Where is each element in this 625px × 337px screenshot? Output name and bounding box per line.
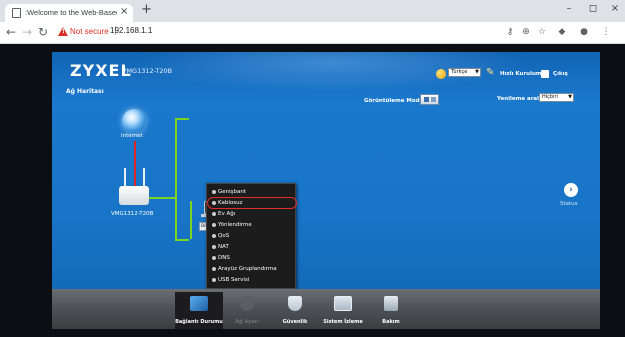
- page-title: Ağ Haritası: [66, 88, 104, 95]
- back-button[interactable]: ←: [4, 24, 18, 40]
- bullet-icon: [212, 278, 216, 282]
- antenna-icon: [143, 168, 145, 188]
- menu-item-label: QoS: [218, 233, 230, 239]
- menu-item-label: DNS: [218, 255, 230, 261]
- status-arrow-button[interactable]: ›: [564, 183, 578, 197]
- view-mode-label: Görüntüleme Modu: [364, 98, 424, 104]
- menu-item-dns[interactable]: DNS: [209, 253, 295, 263]
- lan-branch-line: [175, 239, 189, 241]
- quick-setup-link[interactable]: Hızlı Kurulum: [500, 70, 542, 78]
- zoom-icon[interactable]: ⊕: [520, 26, 532, 38]
- nav-connection-status[interactable]: Bağlantı Durumu: [175, 292, 223, 329]
- tab-close-icon[interactable]: ×: [120, 6, 128, 18]
- browser-tab[interactable]: :Welcome to the Web-Based Co ×: [5, 4, 133, 22]
- account-icon[interactable]: ●: [578, 26, 590, 38]
- bullet-icon: [212, 223, 216, 227]
- screen: :Welcome to the Web-Based Co × + – ◻ × ←…: [0, 0, 625, 337]
- star-icon[interactable]: ☆: [536, 26, 548, 38]
- network-settings-menu: Genişbant Kablosuz Ev Ağı Yönlendirme Qo…: [206, 183, 297, 289]
- forward-button[interactable]: →: [20, 24, 34, 40]
- lan-branch-line: [190, 201, 192, 239]
- antenna-icon: [124, 168, 126, 188]
- nav-label: Ağ Ayarı: [235, 319, 259, 325]
- bullet-icon: [212, 234, 216, 238]
- gear-icon: [240, 296, 254, 311]
- logout-link[interactable]: Çıkış: [553, 70, 568, 78]
- maintenance-icon: [384, 296, 398, 311]
- menu-item-routing[interactable]: Yönlendirme: [209, 220, 295, 230]
- monitor-chart-icon: [334, 296, 352, 311]
- nav-maintenance[interactable]: Bakım: [367, 292, 415, 329]
- wan-link-line: [134, 141, 136, 187]
- nav-system-monitor[interactable]: Sistem İzleme: [319, 292, 367, 329]
- shield-icon: [288, 296, 302, 311]
- key-icon[interactable]: ⚷: [504, 26, 516, 38]
- refresh-interval-select[interactable]: Hiçbiri: [539, 93, 574, 102]
- nav-label: Güvenlik: [282, 319, 308, 325]
- bullet-icon: [212, 267, 216, 271]
- menu-item-qos[interactable]: QoS: [209, 231, 295, 241]
- minimize-button[interactable]: –: [559, 2, 579, 16]
- menu-item-label: Yönlendirme: [218, 222, 252, 228]
- new-tab-button[interactable]: +: [141, 3, 152, 17]
- connection-status-icon: [190, 296, 208, 311]
- menu-item-interface-grouping[interactable]: Arayüz Gruplandırma: [209, 264, 295, 274]
- model-name: VMG1312-T20B: [122, 67, 173, 75]
- page-icon: [12, 8, 21, 18]
- menu-item-label: Ev Ağı: [218, 211, 236, 217]
- language-select[interactable]: Türkçe: [448, 68, 481, 77]
- extension-icon[interactable]: ◆: [556, 26, 568, 38]
- reload-button[interactable]: ↻: [36, 24, 50, 40]
- menu-item-label: Arayüz Gruplandırma: [218, 266, 277, 272]
- selected-item-highlight: [207, 197, 297, 209]
- browser-tab-strip: :Welcome to the Web-Based Co × + – ◻ ×: [0, 0, 625, 22]
- address-bar[interactable]: 192.168.1.1: [110, 25, 152, 37]
- menu-icon[interactable]: ⋮: [600, 26, 612, 38]
- wizard-icon[interactable]: ✎: [486, 68, 494, 78]
- internet-globe-icon[interactable]: [122, 109, 146, 133]
- nav-label: Bağlantı Durumu: [175, 319, 223, 325]
- lan-branch-line: [175, 118, 189, 120]
- nav-network-settings[interactable]: Ağ Ayarı: [223, 292, 271, 329]
- restore-button[interactable]: ◻: [583, 2, 603, 16]
- bullet-icon: [212, 245, 216, 249]
- menu-item-label: NAT: [218, 244, 229, 250]
- menu-item-label: USB Servisi: [218, 277, 250, 283]
- lan-trunk-line: [175, 118, 177, 241]
- nav-security[interactable]: Güvenlik: [271, 292, 319, 329]
- lan-link-line: [149, 197, 175, 199]
- language-globe-icon: [436, 69, 446, 79]
- logout-icon[interactable]: [541, 70, 549, 78]
- nav-label: Sistem İzleme: [323, 319, 363, 325]
- bullet-icon: [212, 212, 216, 216]
- internet-label: Internet: [121, 133, 143, 139]
- menu-item-nat[interactable]: NAT: [209, 242, 295, 252]
- bullet-icon: [212, 190, 216, 194]
- close-window-button[interactable]: ×: [605, 2, 625, 16]
- view-mode-button[interactable]: [420, 94, 439, 105]
- menu-item-home-network[interactable]: Ev Ağı: [209, 209, 295, 219]
- warning-icon: [58, 27, 68, 36]
- menu-item-broadband[interactable]: Genişbant: [209, 187, 295, 197]
- router-header: ZYXEL VMG1312-T20B: [52, 52, 600, 92]
- menu-item-usb-service[interactable]: USB Servisi: [209, 275, 295, 285]
- bottom-navigation: Bağlantı Durumu Ağ Ayarı Güvenlik Sistem…: [52, 289, 600, 329]
- status-label: Status: [560, 201, 578, 207]
- router-ui: ZYXEL VMG1312-T20B Ağ Haritası Türkçe ✎ …: [52, 52, 600, 329]
- tab-title: :Welcome to the Web-Based Co: [25, 8, 117, 17]
- router-device-label: VMG1312-T20B: [111, 211, 154, 217]
- menu-item-label: Genişbant: [218, 189, 247, 195]
- bullet-icon: [212, 256, 216, 260]
- router-device-icon[interactable]: [119, 186, 149, 205]
- nav-label: Bakım: [382, 319, 400, 325]
- security-label: Not secure: [70, 27, 109, 36]
